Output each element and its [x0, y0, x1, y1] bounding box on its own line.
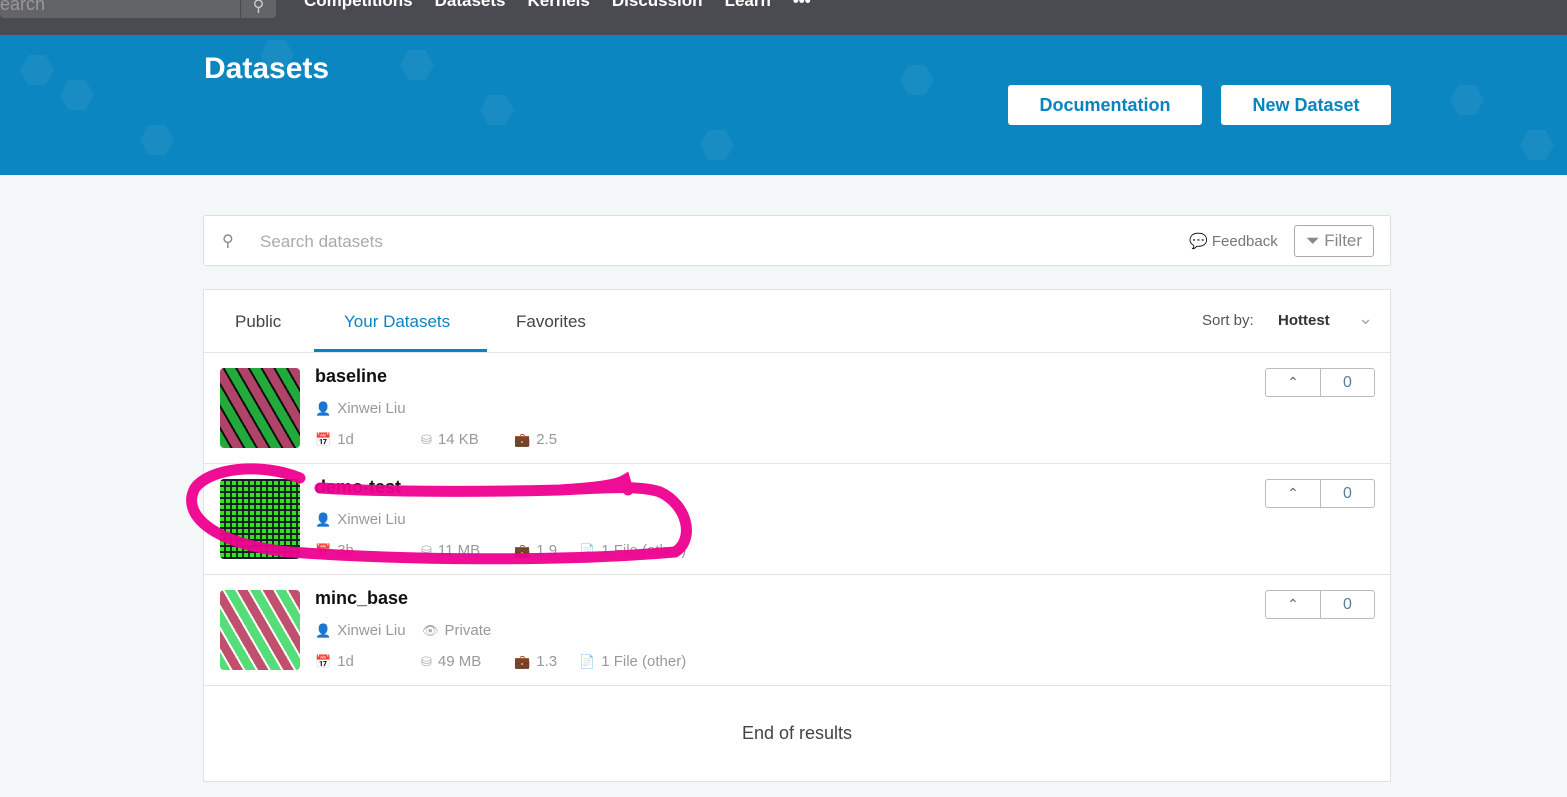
documentation-button[interactable]: Documentation: [1008, 85, 1202, 125]
user-icon: 👤: [315, 401, 332, 416]
calendar-icon: 📅: [315, 654, 332, 669]
sort-select[interactable]: Hottest: [1278, 312, 1330, 329]
search-input[interactable]: Search datasets: [260, 232, 383, 252]
calendar-icon: 📅: [315, 543, 332, 558]
filter-button[interactable]: ⏷ Filter: [1294, 225, 1374, 257]
dataset-size: 14 KB: [437, 431, 479, 448]
dataset-row[interactable]: demo-test 👤 Xinwei Liu 📅 3h ⛁ 11 MB 💼 1.9 📄 1…: [204, 464, 1390, 575]
tab-favorites[interactable]: Favorites: [516, 312, 586, 332]
file-count: 1 File (other): [601, 653, 687, 670]
usability-score: 2.5: [536, 431, 558, 448]
active-tab-indicator: [314, 349, 487, 352]
owner-link[interactable]: Xinwei Liu: [337, 622, 405, 639]
dataset-name[interactable]: minc_base: [315, 588, 408, 609]
dataset-search-bar[interactable]: ⚲ Search datasets 💬 Feedback ⏷ Filter: [203, 215, 1391, 266]
dataset-name[interactable]: demo-test: [315, 477, 401, 498]
toolbox-icon: 💼: [514, 543, 531, 558]
tab-public[interactable]: Public: [235, 312, 281, 332]
dataset-thumbnail: [220, 479, 300, 559]
upvote-button[interactable]: ⌃: [1266, 480, 1321, 507]
page-title: Datasets: [204, 52, 330, 85]
toolbox-icon: 💼: [514, 654, 531, 669]
dataset-age: 3h: [337, 542, 354, 559]
database-icon: ⛁: [421, 654, 432, 669]
usability-score: 1.3: [536, 653, 558, 670]
filter-icon: ⏷: [1305, 231, 1325, 250]
datasets-panel: Public Your Datasets Favorites Sort by: …: [203, 289, 1391, 782]
upvote-button[interactable]: ⌃: [1266, 369, 1321, 396]
nav-competitions[interactable]: Competitions: [304, 0, 413, 11]
vote-widget: ⌃ 0: [1265, 590, 1375, 619]
visibility-label: Private: [444, 622, 492, 639]
file-count: 1 File (other): [601, 542, 687, 559]
new-dataset-button[interactable]: New Dataset: [1221, 85, 1391, 125]
calendar-icon: 📅: [315, 432, 332, 447]
dataset-name[interactable]: baseline: [315, 366, 387, 387]
database-icon: ⛁: [421, 543, 432, 558]
vote-widget: ⌃ 0: [1265, 479, 1375, 508]
owner-link[interactable]: Xinwei Liu: [337, 511, 405, 528]
dataset-row[interactable]: baseline 👤 Xinwei Liu 📅 1d ⛁ 14 KB 💼 2.5 ⌃ 0: [204, 353, 1390, 464]
end-of-results: End of results: [741, 723, 853, 743]
sort-label: Sort by:: [1202, 312, 1254, 329]
search-icon[interactable]: ⚲: [241, 0, 276, 18]
dataset-size: 11 MB: [437, 542, 481, 559]
chevron-down-icon[interactable]: ⌄: [1358, 308, 1373, 329]
more-icon[interactable]: •••: [793, 0, 811, 11]
search-icon: ⚲: [222, 233, 234, 250]
upvote-button[interactable]: ⌃: [1266, 591, 1321, 618]
owner-link[interactable]: Xinwei Liu: [337, 400, 405, 417]
dataset-age: 1d: [337, 653, 354, 670]
toolbox-icon: 💼: [514, 432, 531, 447]
nav-discussion[interactable]: Discussion: [612, 0, 703, 11]
feedback-link[interactable]: 💬 Feedback: [1189, 232, 1278, 250]
dataset-row[interactable]: minc_base 👤 Xinwei Liu 👁 Private 📅 1d ⛁ 49 M…: [204, 575, 1390, 686]
nav-kernels[interactable]: Kernels: [527, 0, 589, 11]
nav-datasets[interactable]: Datasets: [435, 0, 506, 11]
dataset-thumbnail: [220, 590, 300, 670]
comments-icon: 💬: [1189, 233, 1212, 250]
database-icon: ⛁: [421, 432, 432, 447]
usability-score: 1.9: [536, 542, 558, 559]
vote-widget: ⌃ 0: [1265, 368, 1375, 397]
file-icon: 📄: [579, 543, 596, 558]
vote-count: 0: [1343, 596, 1352, 613]
file-icon: 📄: [579, 654, 596, 669]
top-navbar: Search ⚲ Competitions Datasets Kernels D…: [0, 0, 1567, 35]
user-icon: 👤: [315, 512, 332, 527]
dataset-size: 49 MB: [437, 653, 482, 670]
tab-your-datasets[interactable]: Your Datasets: [344, 312, 450, 332]
vote-count: 0: [1343, 374, 1352, 391]
eye-slash-icon: 👁: [422, 623, 439, 638]
dataset-age: 1d: [337, 431, 354, 448]
vote-count: 0: [1343, 485, 1352, 502]
dataset-thumbnail: [220, 368, 300, 448]
nav-learn[interactable]: Learn: [725, 0, 771, 11]
user-icon: 👤: [315, 623, 332, 638]
site-search-input[interactable]: Search: [0, 0, 240, 18]
